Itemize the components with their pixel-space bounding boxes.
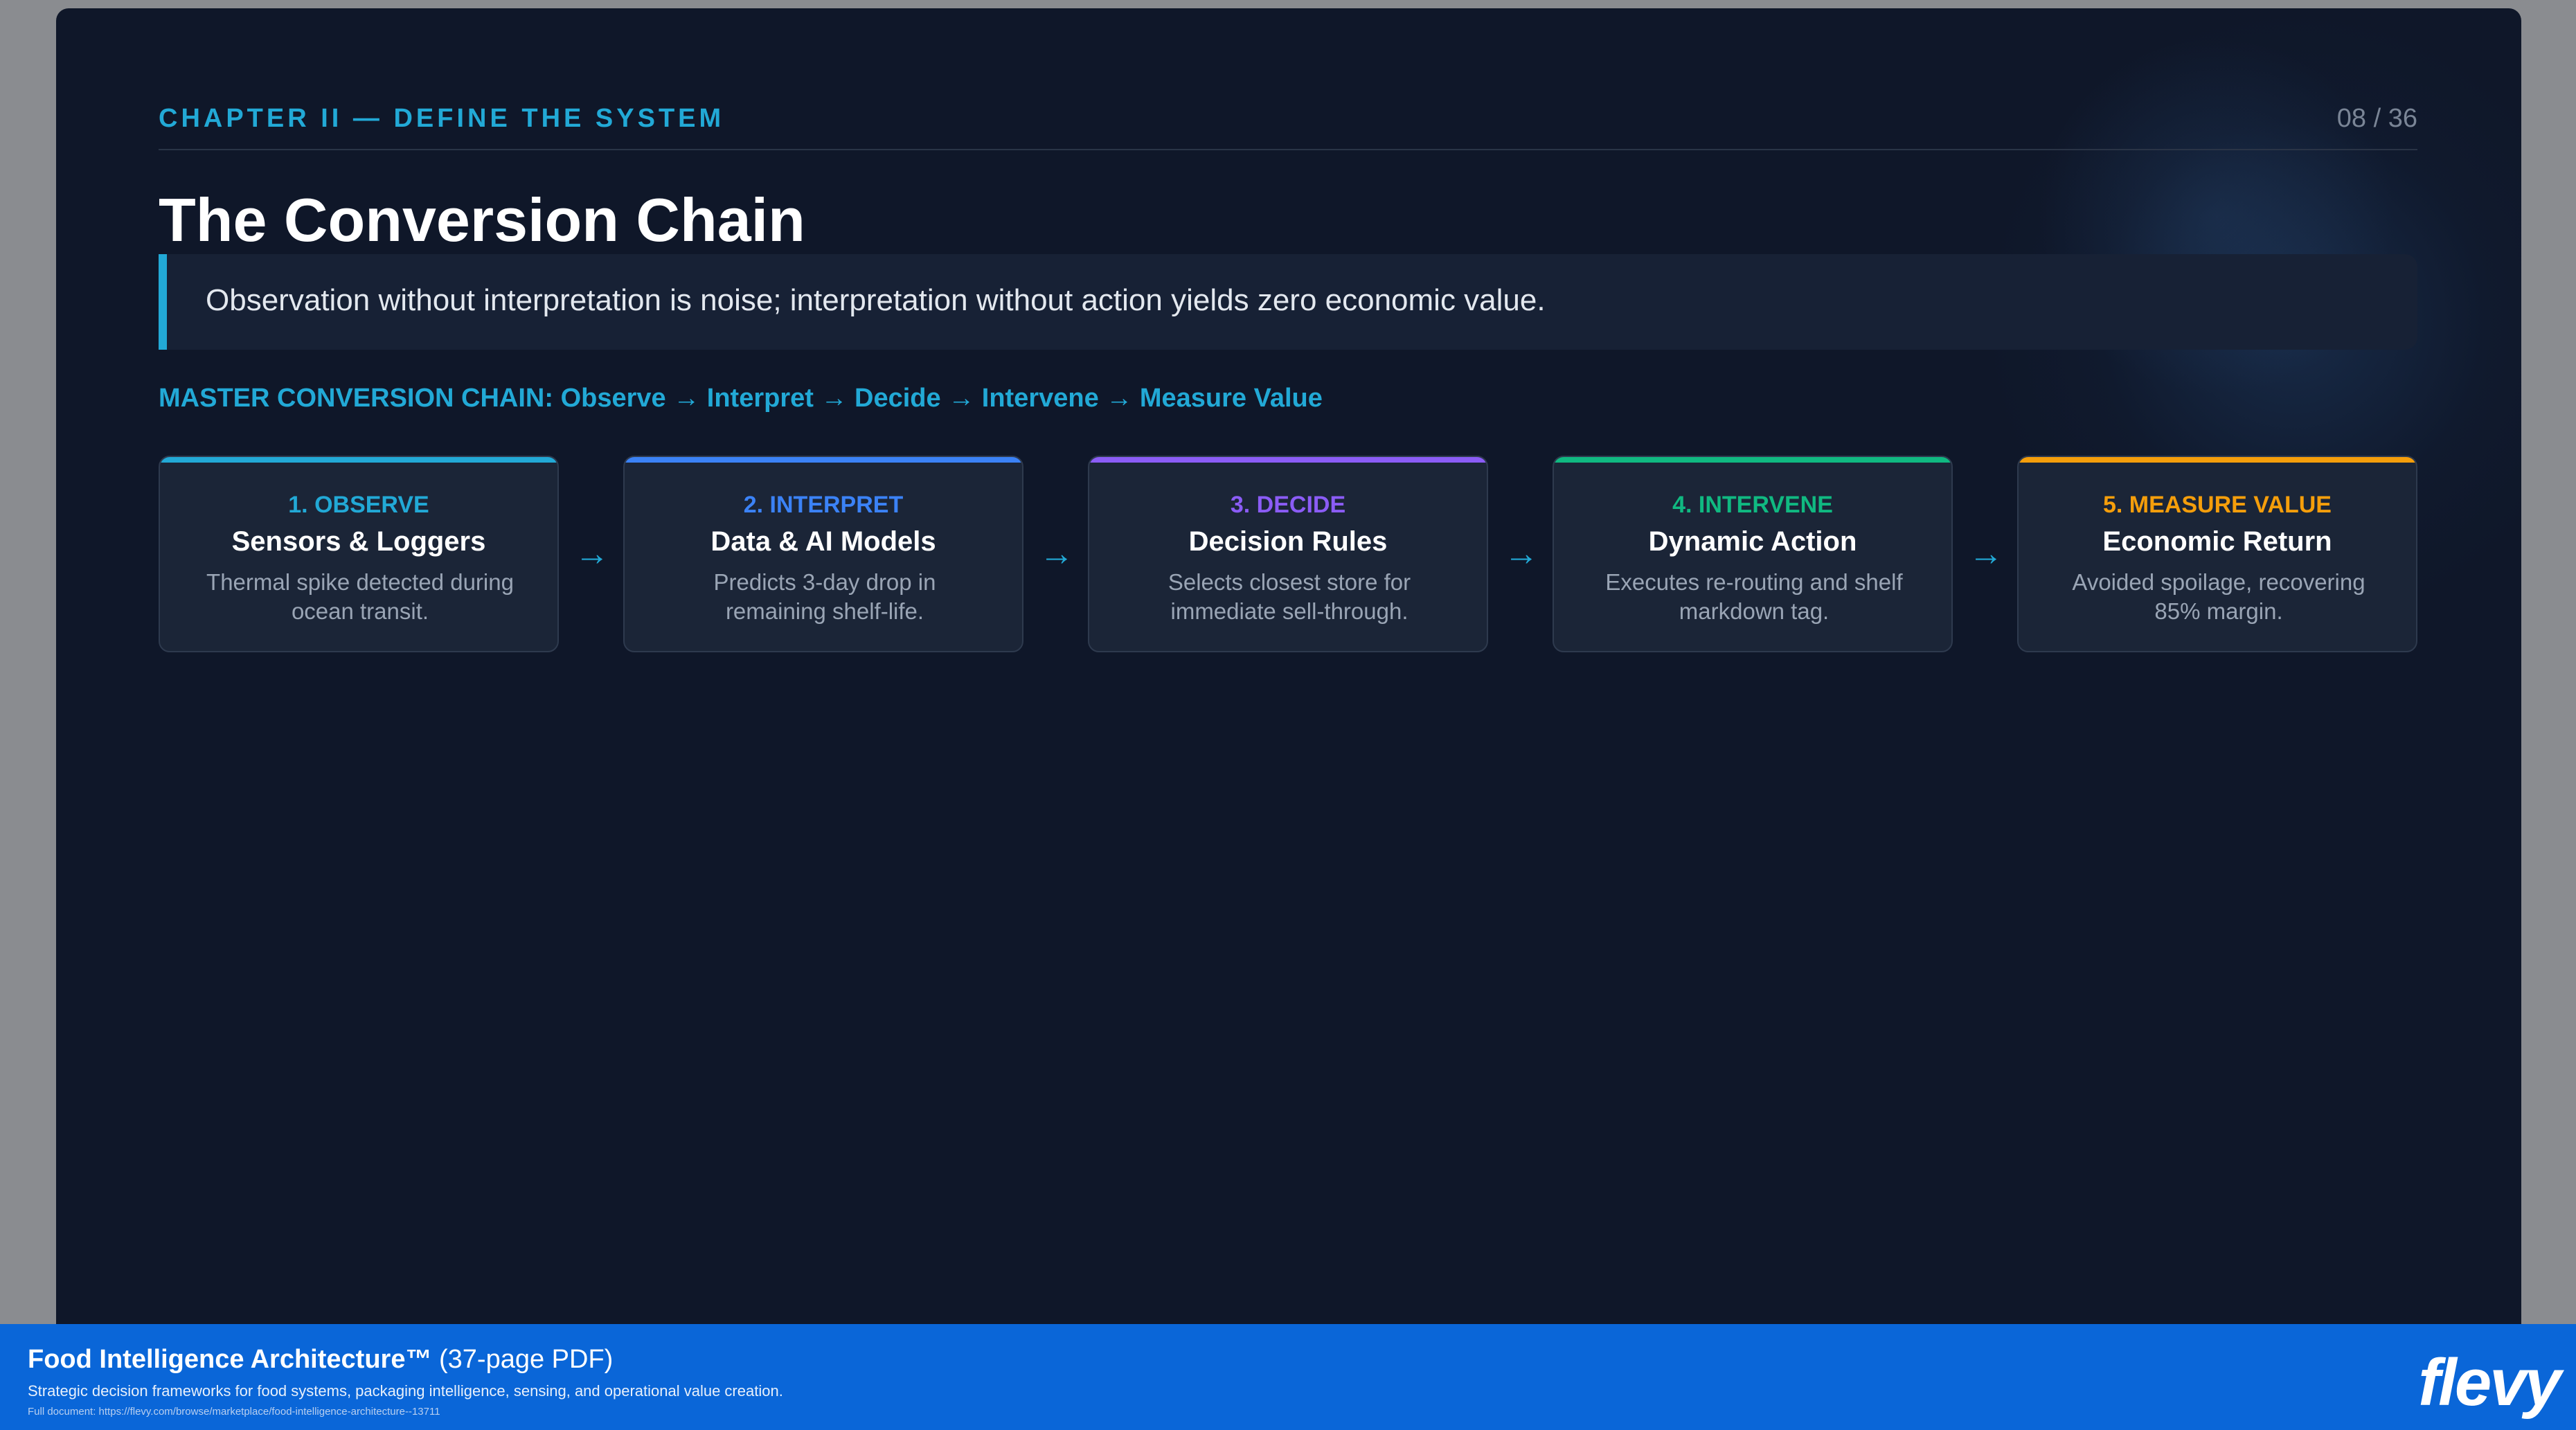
step-description: Selects closest store for immediate sell…: [1117, 568, 1462, 626]
step-label: 2. INTERPRET: [743, 492, 904, 518]
step-title: Decision Rules: [1188, 526, 1388, 557]
step-description-line: 85% margin.: [2154, 598, 2283, 624]
chapter-label: CHAPTER II — DEFINE THE SYSTEM: [159, 104, 725, 133]
step-title: Economic Return: [2102, 526, 2332, 557]
step-label: 4. INTERVENE: [1672, 492, 1833, 518]
header-divider: [159, 149, 2417, 150]
conversion-chain: 1. OBSERVE Sensors & Loggers Thermal spi…: [159, 456, 2417, 652]
page-number: 08 / 36: [2336, 104, 2417, 133]
card-accent-bar: [1089, 457, 1487, 463]
quote-text: Observation without interpretation is no…: [206, 283, 1546, 317]
step-label: 5. MEASURE VALUE: [2103, 492, 2332, 518]
document-banner[interactable]: Food Intelligence Architecture™ (37-page…: [0, 1324, 2576, 1430]
arrow-icon: →: [1039, 534, 1074, 573]
step-description-line: Predicts 3-day drop in: [713, 569, 936, 595]
step-description-line: Executes re-routing and shelf: [1605, 569, 1903, 595]
step-card-decide: 3. DECIDE Decision Rules Selects closest…: [1088, 456, 1488, 652]
card-accent-bar: [2019, 457, 2416, 463]
step-description-line: immediate sell-through.: [1170, 598, 1408, 624]
banner-title[interactable]: Food Intelligence Architecture™ (37-page…: [28, 1345, 613, 1375]
arrow-icon: →: [575, 534, 609, 573]
step-description: Thermal spike detected during ocean tran…: [188, 568, 533, 626]
step-card-observe: 1. OBSERVE Sensors & Loggers Thermal spi…: [159, 456, 559, 652]
step-description: Predicts 3-day drop in remaining shelf-l…: [652, 568, 997, 626]
step-description-line: remaining shelf-life.: [725, 598, 924, 624]
arrow-icon: →: [1969, 534, 2003, 573]
slide-header: CHAPTER II — DEFINE THE SYSTEM 08 / 36: [159, 97, 2417, 138]
step-description-line: Selects closest store for: [1168, 569, 1411, 595]
step-description: Avoided spoilage, recovering 85% margin.: [2046, 568, 2391, 626]
banner-title-bold: Food Intelligence Architecture™: [28, 1345, 432, 1374]
arrow-icon: →: [1504, 534, 1539, 573]
quote-callout: Observation without interpretation is no…: [159, 254, 2417, 350]
step-description: Executes re-routing and shelf markdown t…: [1582, 568, 1926, 626]
step-description-line: Thermal spike detected during: [206, 569, 514, 595]
slide: CHAPTER II — DEFINE THE SYSTEM 08 / 36 T…: [56, 8, 2521, 1324]
step-description-line: Avoided spoilage, recovering: [2072, 569, 2365, 595]
card-accent-bar: [625, 457, 1022, 463]
step-title: Data & AI Models: [710, 526, 936, 557]
master-chain-label: MASTER CONVERSION CHAIN: Observe → Inter…: [159, 384, 1323, 413]
step-card-interpret: 2. INTERPRET Data & AI Models Predicts 3…: [623, 456, 1023, 652]
card-accent-bar: [1554, 457, 1951, 463]
slide-title: The Conversion Chain: [159, 186, 805, 254]
step-title: Dynamic Action: [1648, 526, 1857, 557]
banner-title-rest: (37-page PDF): [431, 1345, 614, 1374]
step-card-measure-value: 5. MEASURE VALUE Economic Return Avoided…: [2017, 456, 2417, 652]
banner-subtitle: Strategic decision frameworks for food s…: [28, 1382, 783, 1400]
step-description-line: markdown tag.: [1679, 598, 1830, 624]
step-description-line: ocean transit.: [291, 598, 429, 624]
card-accent-bar: [160, 457, 557, 463]
banner-link[interactable]: Full document: https://flevy.com/browse/…: [28, 1406, 440, 1418]
step-title: Sensors & Loggers: [231, 526, 486, 557]
flevy-logo[interactable]: flevy: [2418, 1345, 2561, 1421]
step-label: 1. OBSERVE: [288, 492, 429, 518]
step-card-intervene: 4. INTERVENE Dynamic Action Executes re-…: [1553, 456, 1953, 652]
step-label: 3. DECIDE: [1230, 492, 1346, 518]
